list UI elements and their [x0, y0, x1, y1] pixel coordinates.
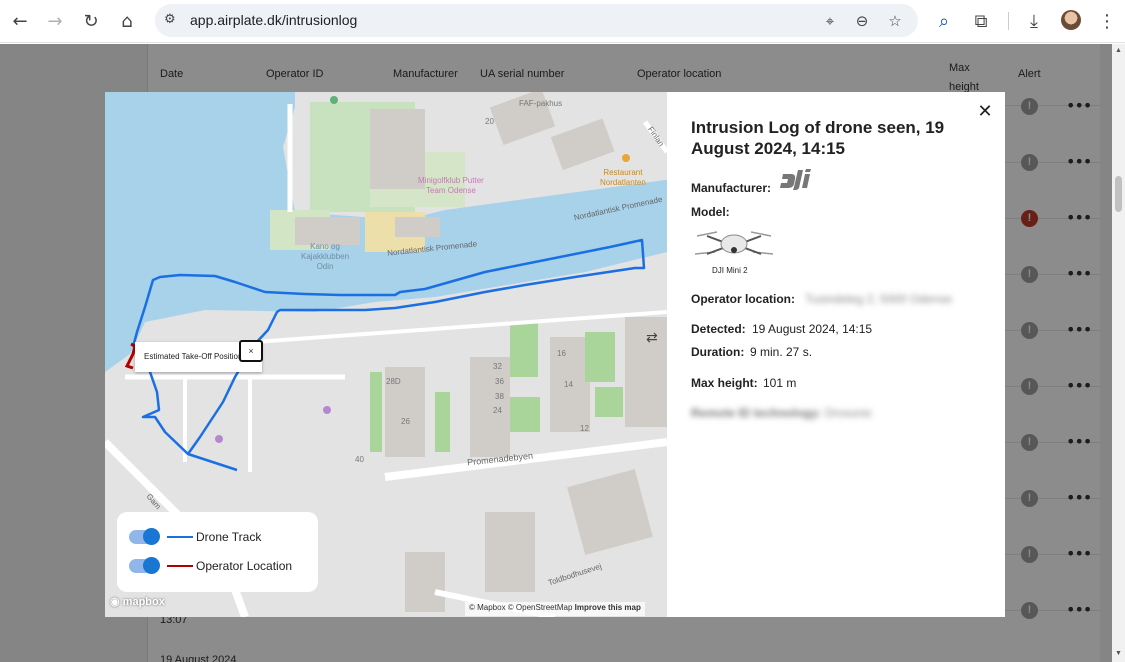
map-label-house-number: 28D	[386, 377, 401, 386]
lens-icon[interactable]: ⌕	[931, 8, 957, 34]
forward-icon[interactable]: →	[42, 8, 68, 34]
map-view[interactable]: FAF-pakhus Restaurant Nordatlanten Minig…	[105, 92, 667, 617]
map-label-house-number: 20	[485, 117, 494, 126]
operator-location-label: Operator location:	[691, 292, 796, 306]
mapbox-logo[interactable]: ◉ mapbox	[110, 595, 165, 608]
url-text[interactable]: app.airplate.dk/intrusionlog	[190, 12, 357, 28]
drone-track-swatch	[167, 536, 193, 538]
takeoff-popup-text: Estimated Take-Off Position	[144, 352, 243, 361]
map-label-house-number: 16	[557, 349, 566, 358]
map-label-house-number: 40	[355, 455, 364, 464]
model-label: Model:	[691, 205, 730, 219]
map-label-house-number: 24	[493, 406, 502, 415]
legend-drone-track: Drone Track	[129, 527, 314, 547]
map-label-house-number: 38	[495, 392, 504, 401]
scroll-down-icon[interactable]: ▼	[1115, 650, 1122, 657]
zoom-icon[interactable]: ⊖	[851, 10, 873, 32]
map-label-house-number: 12	[580, 424, 589, 433]
site-settings-icon[interactable]: ⚙	[164, 12, 180, 28]
back-icon[interactable]: ←	[7, 8, 33, 34]
duration-value: 9 min. 27 s.	[750, 345, 813, 359]
drone-model-name: DJI Mini 2	[712, 266, 748, 275]
max-height-label: Max height:	[691, 376, 758, 390]
max-height-value: 101 m	[763, 376, 797, 390]
map-label-house-number: 32	[493, 362, 502, 371]
remote-id-value: Drosonic	[825, 406, 873, 420]
toolbar-divider	[1008, 12, 1009, 30]
popup-close-button[interactable]: ×	[239, 340, 263, 362]
mapbox-logo-text: mapbox	[122, 596, 165, 608]
intrusion-log-modal: FAF-pakhus Restaurant Nordatlanten Minig…	[105, 92, 1005, 617]
map-attribution: © Mapbox © OpenStreetMap Improve this ma…	[465, 602, 645, 616]
mapbox-icon: ◉	[110, 596, 120, 608]
modal-title: Intrusion Log of drone seen, 19 August 2…	[691, 118, 945, 158]
profile-avatar[interactable]	[1061, 10, 1081, 30]
map-label-kano: Kano og Kajakklubben Odin	[301, 242, 350, 271]
download-icon[interactable]: ⤓	[1021, 8, 1047, 34]
extensions-icon[interactable]: ⧉	[968, 8, 994, 34]
operator-location-swatch	[167, 565, 193, 567]
remote-id-label: Remote ID technology:	[691, 406, 822, 420]
scroll-up-icon[interactable]: ▲	[1115, 47, 1122, 54]
close-icon[interactable]: ✕	[975, 102, 995, 122]
drone-image	[694, 231, 774, 255]
takeoff-popup: Estimated Take-Off Position ×	[135, 340, 263, 372]
map-label-house-number: 14	[564, 380, 573, 389]
operator-location-label: Operator Location	[196, 559, 293, 573]
duration-label: Duration:	[691, 345, 745, 359]
home-icon[interactable]: ⌂	[114, 8, 140, 34]
menu-icon[interactable]: ⋮	[1094, 8, 1120, 34]
map-label-restaurant: Restaurant Nordatlanten	[600, 168, 646, 187]
drone-track-label: Drone Track	[196, 530, 262, 544]
attribution-text[interactable]: © Mapbox © OpenStreetMap	[469, 603, 572, 612]
manufacturer-label: Manufacturer:	[691, 181, 772, 195]
map-label-minigolf: Minigolfklub Putter Team Odense	[418, 176, 484, 195]
legend-operator-location: Operator Location	[129, 556, 314, 576]
drone-track-toggle[interactable]	[129, 528, 160, 545]
operator-location-value: Tusindeleg 2, 5000 Odense	[805, 292, 952, 306]
operator-location-toggle[interactable]	[129, 557, 160, 574]
scroll-thumb[interactable]	[1115, 176, 1122, 212]
bookmark-star-icon[interactable]: ☆	[884, 10, 906, 32]
location-pin-icon[interactable]: ⌖	[819, 10, 841, 32]
detected-label: Detected:	[691, 322, 746, 336]
improve-map-link[interactable]: Improve this map	[575, 603, 641, 612]
reload-icon[interactable]: ↻	[78, 8, 104, 34]
map-label-house-number: 36	[495, 377, 504, 386]
dji-logo-icon	[780, 169, 811, 190]
address-bar[interactable]: ⚙ app.airplate.dk/intrusionlog ⌖ ⊖ ☆	[155, 4, 918, 37]
map-legend: Drone Track Operator Location	[117, 512, 318, 592]
detected-value: 19 August 2024, 14:15	[752, 322, 873, 336]
page-scrollbar[interactable]: ▲ ▼	[1112, 44, 1125, 662]
intrusion-info-panel: ✕ Intrusion Log of drone seen, 19 August…	[667, 92, 1005, 617]
browser-toolbar: ← → ↻ ⌂ ⚙ app.airplate.dk/intrusionlog ⌖…	[0, 0, 1125, 43]
swap-arrows-icon: ⇄	[646, 330, 658, 346]
map-label-house-number: 26	[401, 417, 410, 426]
map-label-faf: FAF-pakhus	[519, 99, 563, 108]
